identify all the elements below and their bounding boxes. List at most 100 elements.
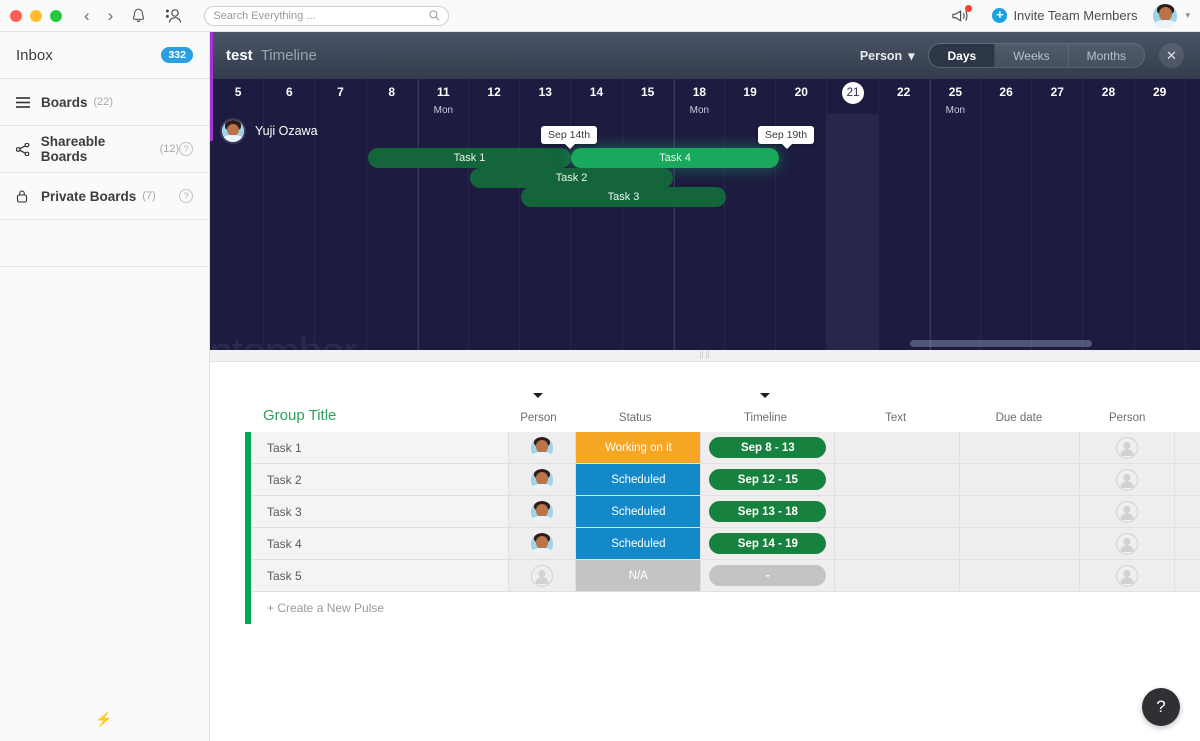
- row-person2-cell[interactable]: [1080, 464, 1176, 496]
- person-avatar[interactable]: [220, 118, 246, 144]
- panel-splitter[interactable]: ⣿⣿: [210, 350, 1200, 362]
- column-header-status[interactable]: Status: [572, 412, 698, 432]
- column-header-timeline[interactable]: Timeline: [698, 393, 833, 432]
- row-person2-cell[interactable]: [1080, 528, 1176, 560]
- sidebar-item-private-boards[interactable]: Private Boards (7) ?: [0, 173, 209, 220]
- column-header-text[interactable]: Text: [833, 412, 959, 432]
- row-person-cell[interactable]: [508, 560, 577, 592]
- row-due-date-cell[interactable]: [960, 432, 1081, 464]
- avatar[interactable]: [531, 468, 554, 491]
- row-timeline-cell[interactable]: Sep 14 - 19: [701, 528, 836, 560]
- avatar[interactable]: [531, 500, 554, 523]
- empty-avatar-icon[interactable]: [1116, 564, 1139, 587]
- empty-avatar-icon[interactable]: [1116, 500, 1139, 523]
- row-due-date-cell[interactable]: [960, 464, 1081, 496]
- row-text-cell[interactable]: [835, 432, 961, 464]
- row-spacer-cell: [1175, 496, 1200, 528]
- row-status-cell[interactable]: Working on it: [576, 432, 702, 464]
- column-header-person-2[interactable]: Person: [1079, 412, 1175, 432]
- gantt-bar[interactable]: Task 2: [470, 168, 673, 188]
- sidebar-item-boards[interactable]: Boards (22): [0, 79, 209, 126]
- zoom-weeks-button[interactable]: Weeks: [995, 44, 1069, 67]
- row-due-date-cell[interactable]: [960, 496, 1081, 528]
- gantt-bar[interactable]: Task 3: [521, 187, 726, 207]
- create-new-pulse-row[interactable]: + Create a New Pulse: [245, 592, 1200, 624]
- group-title[interactable]: Group Title: [245, 407, 505, 432]
- column-header-due-date[interactable]: Due date: [959, 412, 1080, 432]
- row-status-cell[interactable]: N/A: [576, 560, 702, 592]
- back-arrow-icon[interactable]: ‹: [84, 7, 90, 24]
- row-status-cell[interactable]: Scheduled: [576, 496, 702, 528]
- row-status-cell[interactable]: Scheduled: [576, 528, 702, 560]
- row-name-cell[interactable]: Task 5: [250, 560, 509, 592]
- gantt-bar[interactable]: Task 4: [571, 148, 779, 168]
- timeline-hscrollbar[interactable]: [210, 340, 1200, 347]
- invite-team-members-button[interactable]: + Invite Team Members: [992, 8, 1137, 23]
- row-name-cell[interactable]: Task 1: [250, 432, 509, 464]
- day-number: 8: [388, 85, 396, 99]
- avatar[interactable]: [531, 436, 554, 459]
- timeline-hscrollbar-thumb[interactable]: [910, 340, 1092, 347]
- row-name-cell[interactable]: Task 4: [250, 528, 509, 560]
- status-badge: Working on it: [576, 432, 701, 463]
- avatar[interactable]: [531, 532, 554, 555]
- sidebar-item-shareable-boards[interactable]: Shareable Boards (12) ?: [0, 126, 209, 173]
- status-badge: Scheduled: [576, 496, 701, 527]
- help-button[interactable]: ?: [1142, 688, 1180, 726]
- forward-arrow-icon[interactable]: ›: [108, 7, 114, 24]
- search-input[interactable]: Search Everything ...: [204, 5, 450, 26]
- row-person-cell[interactable]: [508, 432, 577, 464]
- row-name-cell[interactable]: Task 2: [250, 464, 509, 496]
- lightning-bolt-icon[interactable]: ⚡: [95, 711, 112, 728]
- zoom-months-button[interactable]: Months: [1069, 44, 1144, 67]
- minimize-window-button[interactable]: [30, 9, 42, 22]
- board-name: test: [226, 47, 253, 64]
- close-window-button[interactable]: [10, 9, 22, 22]
- row-text-cell[interactable]: [835, 496, 961, 528]
- day-number: 18: [692, 85, 707, 99]
- row-person2-cell[interactable]: [1080, 432, 1176, 464]
- row-due-date-cell[interactable]: [960, 528, 1081, 560]
- row-timeline-cell[interactable]: Sep 13 - 18: [701, 496, 836, 528]
- row-name-cell[interactable]: Task 3: [250, 496, 509, 528]
- maximize-window-button[interactable]: [50, 9, 62, 22]
- table-row[interactable]: Task 2 Scheduled Sep 12 - 15: [245, 464, 1200, 496]
- zoom-days-button[interactable]: Days: [929, 44, 996, 67]
- row-person-cell[interactable]: [508, 464, 577, 496]
- row-person2-cell[interactable]: [1080, 560, 1176, 592]
- row-status-cell[interactable]: Scheduled: [576, 464, 702, 496]
- notification-bell-icon[interactable]: [131, 8, 146, 24]
- row-text-cell[interactable]: [835, 560, 961, 592]
- table-row[interactable]: Task 5 N/A -: [245, 560, 1200, 592]
- row-text-cell[interactable]: [835, 464, 961, 496]
- column-header-person[interactable]: Person: [505, 393, 573, 432]
- close-timeline-button[interactable]: ✕: [1159, 43, 1184, 68]
- help-hint-icon[interactable]: ?: [179, 142, 193, 156]
- gantt-bar[interactable]: Task 1: [368, 148, 571, 168]
- row-person2-cell[interactable]: [1080, 496, 1176, 528]
- user-avatar[interactable]: [1153, 3, 1178, 28]
- row-person-cell[interactable]: [508, 528, 577, 560]
- sidebar-item-inbox[interactable]: Inbox 332: [0, 32, 209, 79]
- empty-avatar-icon[interactable]: [1116, 468, 1139, 491]
- row-text-cell[interactable]: [835, 528, 961, 560]
- person-filter-dropdown[interactable]: Person ▾: [860, 48, 915, 64]
- table-row[interactable]: Task 3 Scheduled Sep 13 - 18: [245, 496, 1200, 528]
- row-timeline-cell[interactable]: Sep 12 - 15: [701, 464, 836, 496]
- search-icon: [429, 10, 440, 21]
- empty-avatar-icon[interactable]: [531, 564, 554, 587]
- date-ruler: 5 6 7 8 11 Mon 12 13 14 15 18 Mon 19 20 21 22 25 Mon 26 27 2…: [210, 79, 1200, 350]
- help-hint-icon[interactable]: ?: [179, 189, 193, 203]
- table-row[interactable]: Task 1 Working on it Sep 8 - 13: [245, 432, 1200, 464]
- row-due-date-cell[interactable]: [960, 560, 1081, 592]
- table-row[interactable]: Task 4 Scheduled Sep 14 - 19: [245, 528, 1200, 560]
- row-timeline-cell[interactable]: -: [701, 560, 836, 592]
- timeline-header-controls: Person ▾ Days Weeks Months ✕: [860, 43, 1184, 68]
- announcements-megaphone-icon[interactable]: [951, 4, 973, 24]
- row-timeline-cell[interactable]: Sep 8 - 13: [701, 432, 836, 464]
- user-menu-chevron-down-icon[interactable]: ▾: [1185, 10, 1190, 21]
- team-people-icon[interactable]: [164, 8, 182, 24]
- empty-avatar-icon[interactable]: [1116, 436, 1139, 459]
- empty-avatar-icon[interactable]: [1116, 532, 1139, 555]
- row-person-cell[interactable]: [508, 496, 577, 528]
